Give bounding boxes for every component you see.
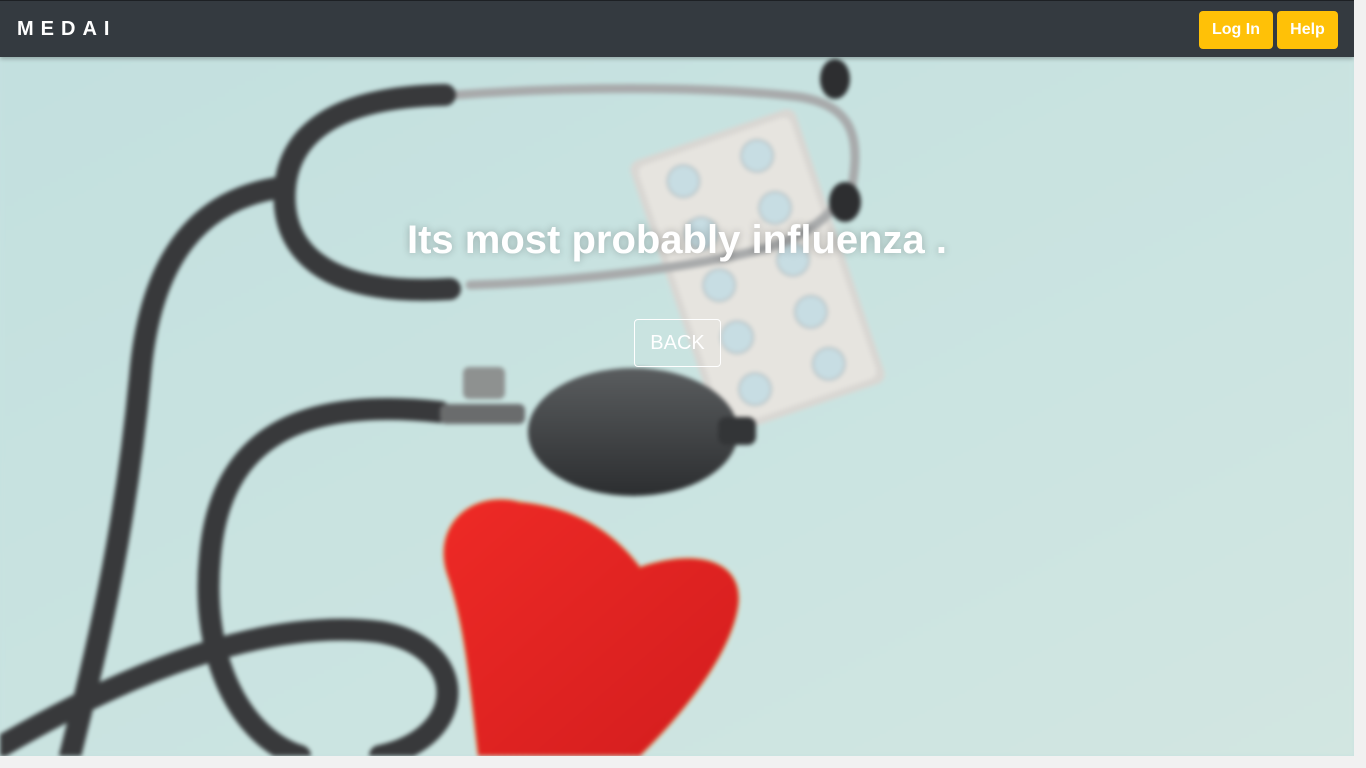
hero-background-image	[0, 57, 1354, 756]
help-button[interactable]: Help	[1277, 11, 1338, 49]
brand-logo[interactable]: MEDAI	[17, 18, 116, 40]
page-scrollbar[interactable]	[1354, 0, 1366, 768]
page: MEDAI Log In Help Its most probably infl…	[0, 0, 1354, 756]
hero-section: Its most probably influenza . BACK	[0, 57, 1354, 756]
login-button[interactable]: Log In	[1199, 11, 1273, 49]
back-button[interactable]: BACK	[634, 319, 721, 367]
navbar: MEDAI Log In Help	[0, 0, 1354, 57]
diagnosis-headline: Its most probably influenza .	[406, 218, 948, 262]
